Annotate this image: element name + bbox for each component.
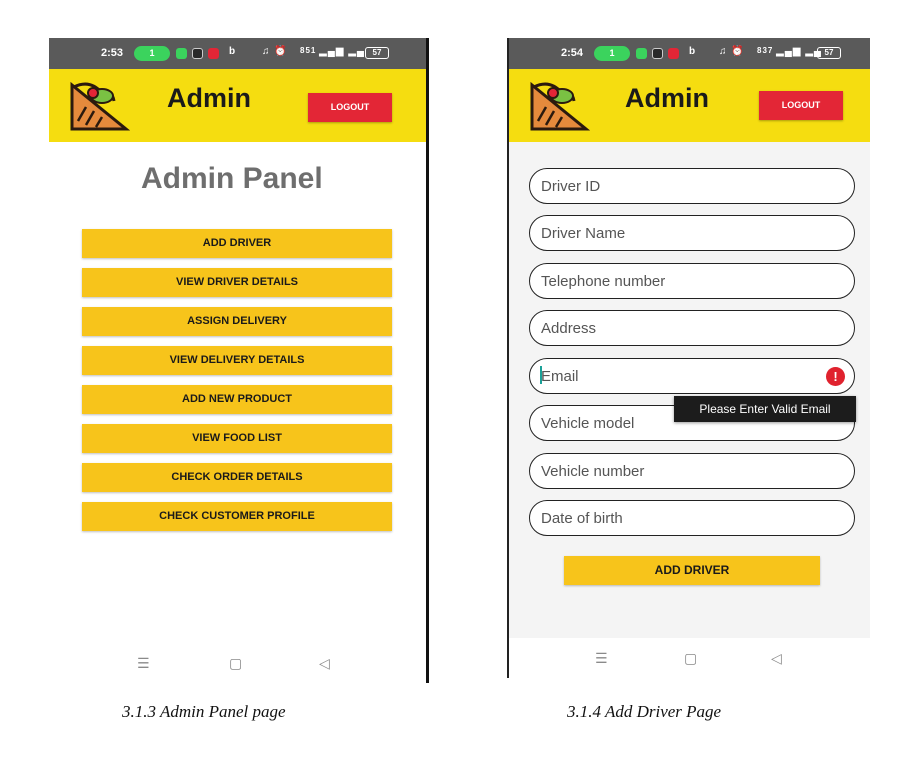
- status-pill: 1: [594, 46, 630, 61]
- check-order-details-button[interactable]: CHECK ORDER DETAILS: [82, 463, 392, 492]
- page-title: Admin Panel: [141, 162, 323, 195]
- address-input[interactable]: [530, 311, 854, 345]
- email-input[interactable]: [530, 359, 854, 393]
- back-icon[interactable]: ◁: [319, 655, 330, 672]
- add-driver-submit-button[interactable]: ADD DRIVER: [564, 556, 820, 585]
- admin-panel-screen: 2:53 1 b ♫ ⏰ 851 ▂▄▆ ▂▄ 57 Admin LOGOUT …: [49, 38, 429, 683]
- navigation-bar: ☰ ▢ ◁: [509, 638, 870, 678]
- view-delivery-details-button[interactable]: VIEW DELIVERY DETAILS: [82, 346, 392, 375]
- battery-icon: 57: [365, 47, 389, 59]
- add-driver-screen: 2:54 1 b ♫ ⏰ 837 ▂▄▆ ▂▄ 57 Admin LOGOUT: [507, 38, 870, 678]
- signal-icon: ▂▄▆ ▂▄: [319, 46, 366, 57]
- driver-name-input[interactable]: [530, 216, 854, 250]
- text-cursor: [540, 366, 542, 384]
- home-icon[interactable]: ▢: [229, 655, 242, 672]
- status-bar: 2:53 1 b ♫ ⏰ 851 ▂▄▆ ▂▄ 57: [49, 38, 426, 69]
- app-bar: Admin LOGOUT: [49, 69, 426, 142]
- driver-name-field: [529, 215, 855, 251]
- youtube-icon: [208, 48, 219, 59]
- driver-id-input[interactable]: [530, 169, 854, 203]
- youtube-icon: [668, 48, 679, 59]
- error-tooltip: Please Enter Valid Email: [674, 396, 856, 422]
- sandwich-logo-icon: [530, 81, 590, 131]
- app-bar: Admin LOGOUT: [509, 69, 870, 142]
- network-speed: 851: [300, 46, 317, 55]
- vehicle-number-input[interactable]: [530, 454, 854, 488]
- status-bar: 2:54 1 b ♫ ⏰ 837 ▂▄▆ ▂▄ 57: [509, 38, 870, 69]
- telephone-input[interactable]: [530, 264, 854, 298]
- b-icon: b: [229, 46, 237, 57]
- email-field: !: [529, 358, 855, 394]
- view-food-list-button[interactable]: VIEW FOOD LIST: [82, 424, 392, 453]
- vehicle-number-field: [529, 453, 855, 489]
- telephone-field: [529, 263, 855, 299]
- headphone-icon: ♫ ⏰: [262, 46, 288, 57]
- menu-icon[interactable]: ☰: [595, 650, 608, 667]
- add-driver-button[interactable]: ADD DRIVER: [82, 229, 392, 258]
- view-driver-details-button[interactable]: VIEW DRIVER DETAILS: [82, 268, 392, 297]
- status-time: 2:54: [561, 47, 584, 59]
- sandwich-logo-icon: [70, 81, 130, 131]
- error-icon: !: [826, 367, 845, 386]
- date-of-birth-field: [529, 500, 855, 536]
- check-customer-profile-button[interactable]: CHECK CUSTOMER PROFILE: [82, 502, 392, 531]
- logout-button[interactable]: LOGOUT: [308, 93, 392, 122]
- logout-button[interactable]: LOGOUT: [759, 91, 843, 120]
- address-field: [529, 310, 855, 346]
- app-title: Admin: [167, 83, 251, 113]
- notification-icon: [192, 48, 203, 59]
- notification-icon: [652, 48, 663, 59]
- network-speed: 837: [757, 46, 774, 55]
- caption-add-driver: 3.1.4 Add Driver Page: [567, 702, 722, 721]
- signal-icon: ▂▄▆ ▂▄: [776, 46, 823, 57]
- headphone-icon: ♫ ⏰: [719, 46, 745, 57]
- menu-icon[interactable]: ☰: [137, 655, 150, 672]
- status-time: 2:53: [101, 47, 124, 59]
- navigation-bar: ☰ ▢ ◁: [49, 643, 426, 683]
- notification-icon: [636, 48, 647, 59]
- app-title: Admin: [625, 83, 709, 113]
- back-icon[interactable]: ◁: [771, 650, 782, 667]
- add-new-product-button[interactable]: ADD NEW PRODUCT: [82, 385, 392, 414]
- b-icon: b: [689, 46, 697, 57]
- date-of-birth-input[interactable]: [530, 501, 854, 535]
- driver-id-field: [529, 168, 855, 204]
- caption-admin-panel: 3.1.3 Admin Panel page: [122, 702, 286, 721]
- notification-icon: [176, 48, 187, 59]
- home-icon[interactable]: ▢: [684, 650, 697, 667]
- battery-icon: 57: [817, 47, 841, 59]
- assign-delivery-button[interactable]: ASSIGN DELIVERY: [82, 307, 392, 336]
- status-pill: 1: [134, 46, 170, 61]
